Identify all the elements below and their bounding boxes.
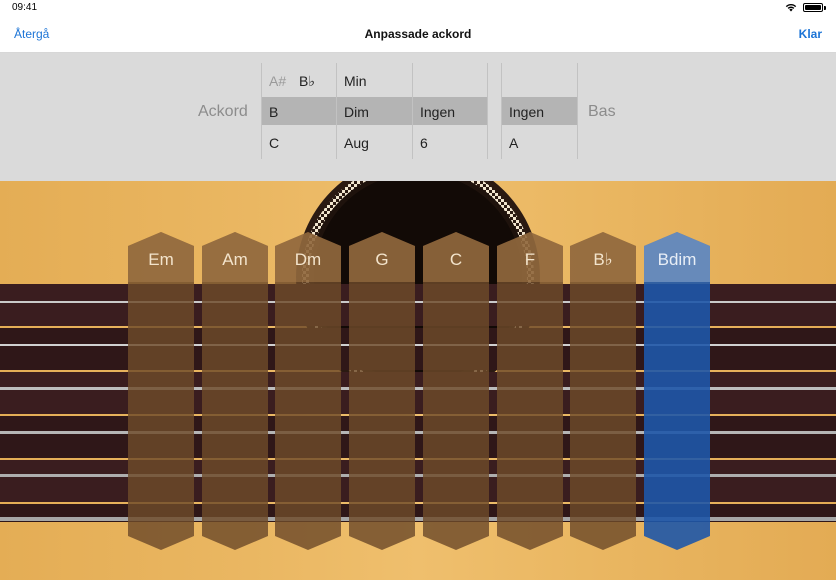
extension-option-selected[interactable]: Ingen bbox=[420, 104, 455, 120]
status-time: 09:41 bbox=[12, 2, 38, 13]
chord-strip-shape bbox=[275, 232, 341, 550]
chord-button-4[interactable]: C bbox=[423, 232, 489, 550]
guitar-string[interactable] bbox=[0, 301, 836, 303]
chord-button-0[interactable]: Em bbox=[128, 232, 194, 550]
wifi-icon bbox=[785, 3, 797, 12]
chord-strip-shape bbox=[349, 232, 415, 550]
guitar-string[interactable] bbox=[0, 431, 836, 434]
bass-option-selected[interactable]: Ingen bbox=[509, 104, 544, 120]
fret-row bbox=[0, 372, 836, 414]
page-title: Anpassade ackord bbox=[364, 27, 472, 41]
chord-label: Dm bbox=[294, 250, 322, 269]
wheel-separator bbox=[487, 63, 488, 159]
chord-strip-shape bbox=[128, 232, 194, 550]
battery-tip bbox=[824, 5, 826, 10]
chord-button-7[interactable]: Bdim bbox=[644, 232, 710, 550]
status-icons bbox=[785, 3, 826, 12]
chord-strip-shape bbox=[497, 232, 563, 550]
chord-button-2[interactable]: Dm bbox=[275, 232, 341, 550]
chord-label: Bdim bbox=[657, 250, 697, 269]
chord-label: G bbox=[375, 250, 389, 269]
battery-icon bbox=[803, 3, 823, 12]
chord-strip-shape bbox=[570, 232, 636, 550]
wheel-separator bbox=[261, 63, 262, 159]
root-option-c[interactable]: C bbox=[269, 135, 279, 151]
guitar-string[interactable] bbox=[0, 344, 836, 346]
status-bar: 09:41 bbox=[0, 0, 836, 16]
chord-button-6[interactable]: B♭ bbox=[570, 232, 636, 550]
root-option-a-sharp[interactable]: A# bbox=[269, 73, 286, 89]
wheel-separator bbox=[336, 63, 337, 159]
wheel-separator bbox=[577, 63, 578, 159]
chord-button-3[interactable]: G bbox=[349, 232, 415, 550]
bass-option-a[interactable]: A bbox=[509, 135, 518, 151]
guitar-string[interactable] bbox=[0, 517, 836, 521]
root-option-b-flat[interactable]: B♭ bbox=[299, 73, 315, 90]
root-wheel[interactable]: A# B♭ B C bbox=[261, 63, 336, 159]
quality-option-min[interactable]: Min bbox=[344, 73, 367, 89]
chord-button-5[interactable]: F bbox=[497, 232, 563, 550]
bass-wheel[interactable]: Ingen A bbox=[501, 63, 578, 159]
chord-picker: Ackord A# B♭ B C Min Dim Aug Ingen 6 Ing… bbox=[0, 53, 836, 181]
chord-strip-shape bbox=[644, 232, 710, 550]
wheel-separator bbox=[412, 63, 413, 159]
fret-row bbox=[0, 460, 836, 502]
guitar-string[interactable] bbox=[0, 387, 836, 390]
bass-label: Bas bbox=[588, 103, 616, 120]
fret-row bbox=[0, 328, 836, 370]
chord-strip-shape bbox=[423, 232, 489, 550]
guitar-body: Em Am Dm G C F B♭ Bdim bbox=[0, 181, 836, 580]
done-button[interactable]: Klar bbox=[799, 27, 822, 41]
fret-row bbox=[0, 284, 836, 326]
chord-strip-shape bbox=[202, 232, 268, 550]
chord-button-1[interactable]: Am bbox=[202, 232, 268, 550]
fret-row bbox=[0, 416, 836, 458]
chord-label: Am bbox=[222, 250, 248, 269]
chord-label: Ackord bbox=[198, 103, 248, 120]
quality-option-aug[interactable]: Aug bbox=[344, 135, 369, 151]
chord-label: B♭ bbox=[593, 250, 613, 269]
chord-label: C bbox=[449, 250, 463, 269]
chord-label: F bbox=[524, 250, 536, 269]
guitar-string[interactable] bbox=[0, 474, 836, 477]
navigation-bar: Återgå Anpassade ackord Klar bbox=[0, 16, 836, 53]
extension-wheel[interactable]: Ingen 6 bbox=[412, 63, 488, 159]
extension-option-6[interactable]: 6 bbox=[420, 135, 428, 151]
root-option-selected[interactable]: B bbox=[269, 104, 278, 120]
quality-wheel[interactable]: Min Dim Aug bbox=[336, 63, 411, 159]
wheel-separator bbox=[501, 63, 502, 159]
chord-label: Em bbox=[148, 250, 174, 269]
quality-option-selected[interactable]: Dim bbox=[344, 104, 369, 120]
